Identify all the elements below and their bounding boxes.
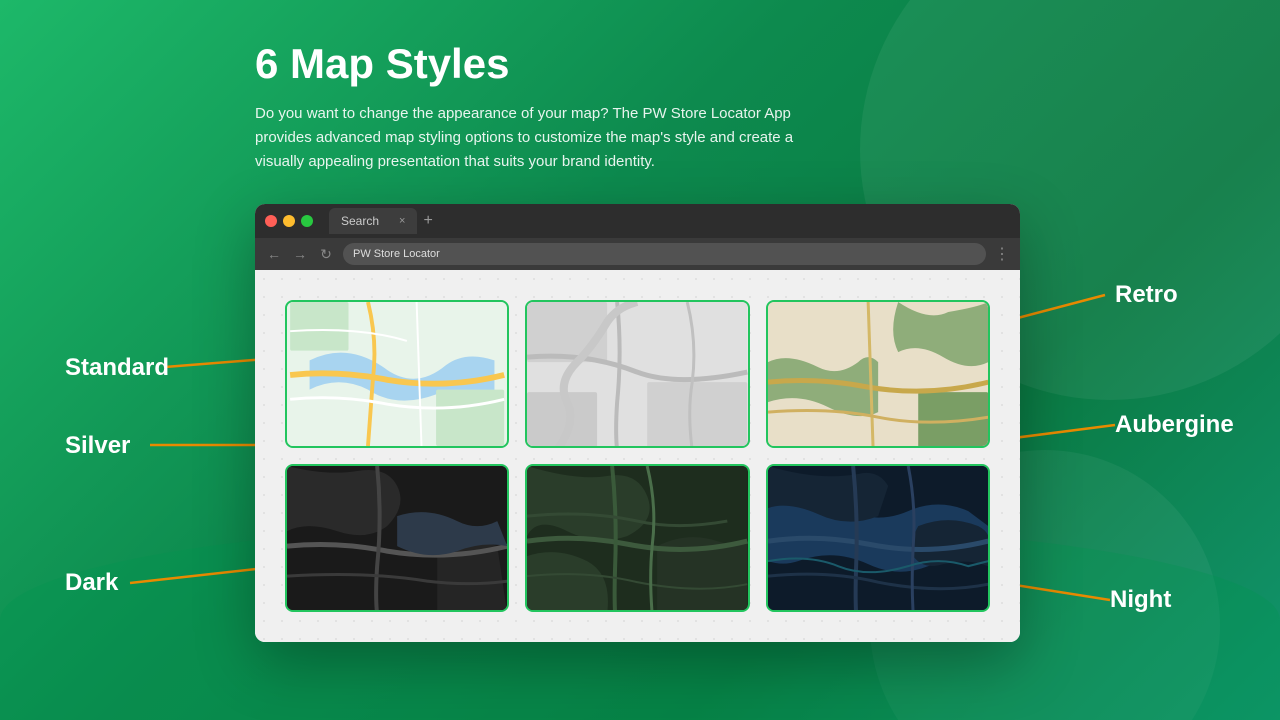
address-text: PW Store Locator xyxy=(353,248,440,260)
map-card-silver xyxy=(525,300,749,448)
page-description: Do you want to change the appearance of … xyxy=(255,102,835,174)
map-card-dark xyxy=(285,464,509,612)
address-bar[interactable]: PW Store Locator xyxy=(343,243,986,265)
page-title: 6 Map Styles xyxy=(255,40,509,88)
nav-refresh-button[interactable]: ↻ xyxy=(317,246,335,263)
browser-menu-button[interactable]: ⋮ xyxy=(994,244,1010,264)
maximize-dot[interactable] xyxy=(301,215,313,227)
nav-back-button[interactable]: ← xyxy=(265,246,283,262)
main-content: 6 Map Styles Do you want to change the a… xyxy=(0,0,1280,642)
browser-tab[interactable]: Search × xyxy=(329,208,417,234)
browser-toolbar: ← → ↻ PW Store Locator ⋮ xyxy=(255,238,1020,270)
map-card-aubergine xyxy=(525,464,749,612)
browser-titlebar: Search × + xyxy=(255,204,1020,238)
map-card-standard xyxy=(285,300,509,448)
tab-close-button[interactable]: × xyxy=(399,215,405,227)
tab-area: Search × + xyxy=(329,208,1010,234)
tab-label: Search xyxy=(341,214,379,228)
browser-window: Search × + ← → ↻ PW Store Locator ⋮ xyxy=(255,204,1020,642)
nav-forward-button[interactable]: → xyxy=(291,246,309,262)
map-card-night xyxy=(766,464,990,612)
map-grid xyxy=(255,270,1020,642)
new-tab-button[interactable]: + xyxy=(423,212,432,230)
close-dot[interactable] xyxy=(265,215,277,227)
minimize-dot[interactable] xyxy=(283,215,295,227)
map-card-retro xyxy=(766,300,990,448)
